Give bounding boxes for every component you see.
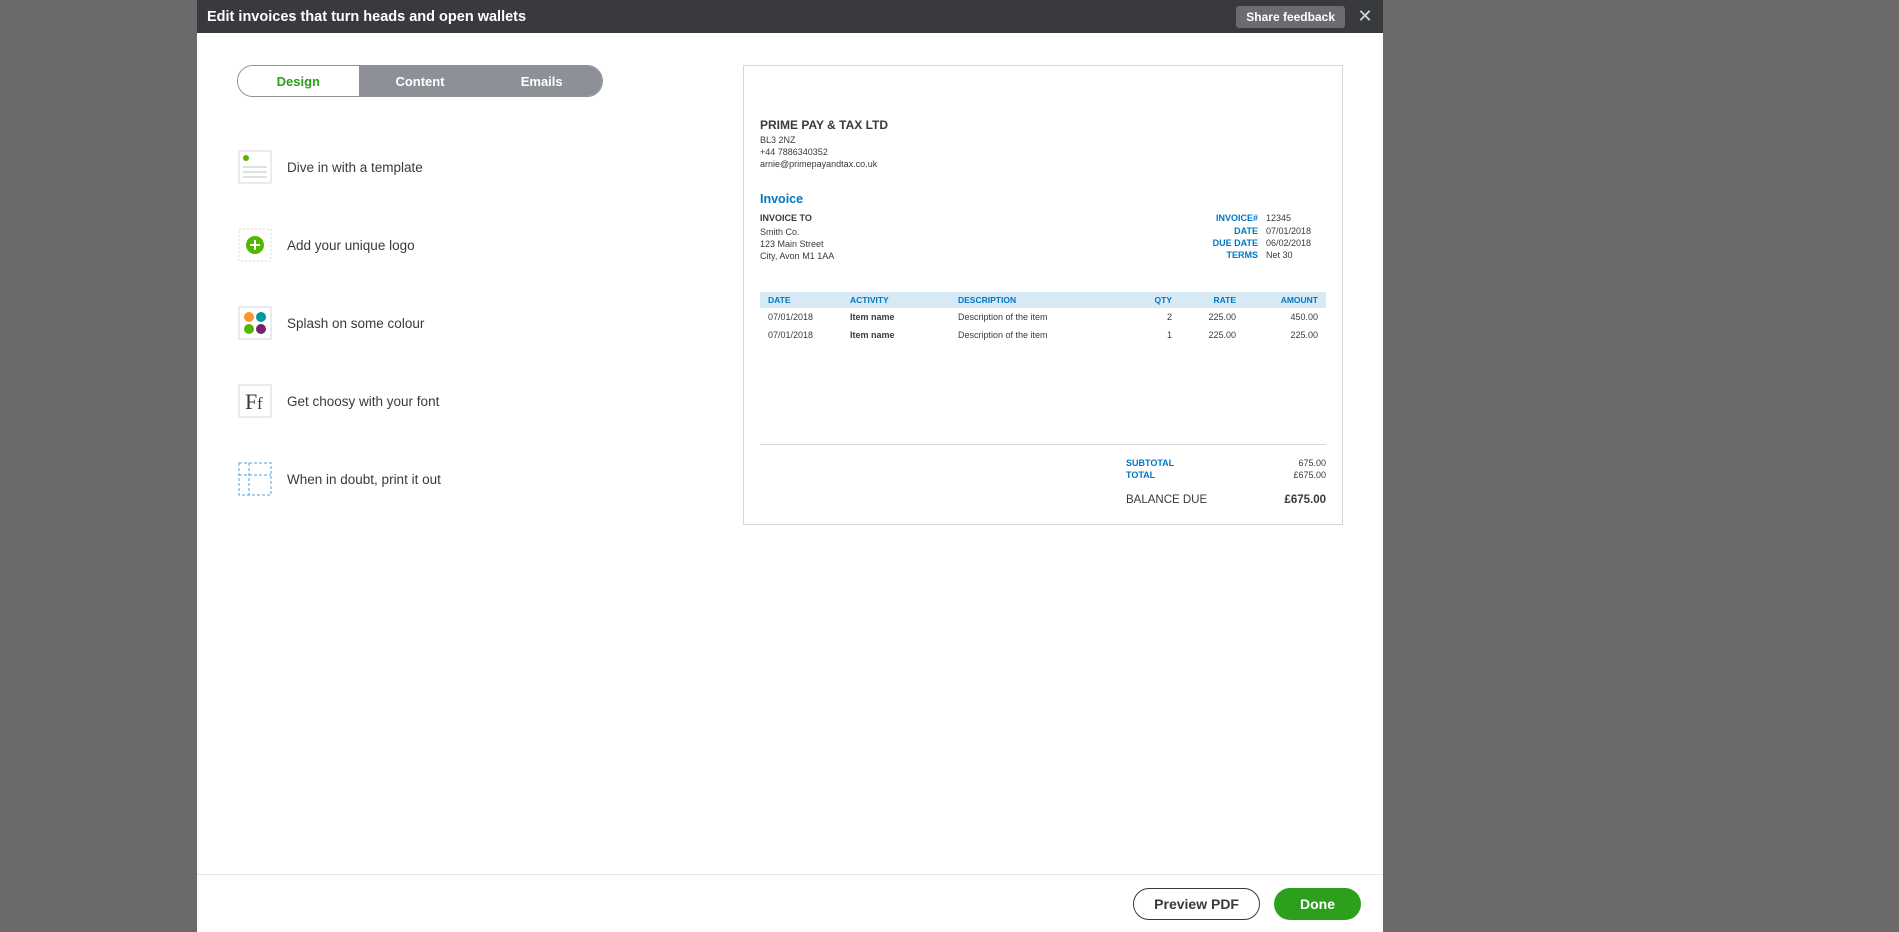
subtotal-value: 675.00 <box>1298 457 1326 470</box>
col-header-rate: RATE <box>1172 295 1236 305</box>
option-font[interactable]: F f Get choosy with your font <box>237 383 703 419</box>
font-icon: F f <box>237 383 273 419</box>
cell-amount: 225.00 <box>1236 330 1318 340</box>
left-panel: Design Content Emails Dive <box>237 65 703 874</box>
col-header-qty: QTY <box>1132 295 1172 305</box>
option-label: Get choosy with your font <box>287 394 439 409</box>
add-logo-icon <box>237 227 273 263</box>
invoice-meta-row: INVOICE TO Smith Co. 123 Main Street Cit… <box>760 212 1326 262</box>
company-postcode: BL3 2NZ <box>760 134 1326 146</box>
modal-header: Edit invoices that turn heads and open w… <box>197 0 1383 33</box>
meta-date: 07/01/2018 <box>1266 225 1326 237</box>
company-name: PRIME PAY & TAX LTD <box>760 118 1326 132</box>
svg-text:f: f <box>257 394 263 413</box>
invoice-preview: PRIME PAY & TAX LTD BL3 2NZ +44 78863403… <box>743 65 1343 525</box>
header-actions: Share feedback ✕ <box>1236 5 1377 29</box>
cell-description: Description of the item <box>958 330 1132 340</box>
bill-to-street: 123 Main Street <box>760 238 834 250</box>
company-email: arnie@primepayandtax.co.uk <box>760 158 1326 170</box>
cell-date: 07/01/2018 <box>768 330 850 340</box>
meta-label-date: DATE <box>1196 225 1258 237</box>
total-value: £675.00 <box>1293 469 1326 482</box>
bill-to-city: City, Avon M1 1AA <box>760 250 834 262</box>
modal-title: Edit invoices that turn heads and open w… <box>207 9 526 25</box>
option-colour[interactable]: Splash on some colour <box>237 305 703 341</box>
close-icon: ✕ <box>1357 6 1372 27</box>
tab-emails[interactable]: Emails <box>481 66 602 96</box>
cell-activity: Item name <box>850 330 958 340</box>
preview-panel: PRIME PAY & TAX LTD BL3 2NZ +44 78863403… <box>743 65 1343 874</box>
line-item-row: 07/01/2018 Item name Description of the … <box>760 308 1326 326</box>
colour-palette-icon <box>237 305 273 341</box>
line-items-header: DATE ACTIVITY DESCRIPTION QTY RATE AMOUN… <box>760 292 1326 308</box>
option-logo[interactable]: Add your unique logo <box>237 227 703 263</box>
option-label: Add your unique logo <box>287 238 415 253</box>
meta-label-terms: TERMS <box>1196 249 1258 261</box>
done-button[interactable]: Done <box>1274 888 1361 920</box>
print-margins-icon <box>237 461 273 497</box>
subtotal-label: SUBTOTAL <box>1126 457 1174 470</box>
template-icon <box>237 149 273 185</box>
cell-rate: 225.00 <box>1172 312 1236 322</box>
meta-due-date: 06/02/2018 <box>1266 237 1326 249</box>
edit-invoice-modal: Edit invoices that turn heads and open w… <box>197 0 1383 932</box>
invoice-meta: INVOICE# 12345 DATE 07/01/2018 DUE DATE 06/… <box>1196 212 1326 262</box>
option-template[interactable]: Dive in with a template <box>237 149 703 185</box>
invoice-title: Invoice <box>760 192 1326 206</box>
option-label: Dive in with a template <box>287 160 423 175</box>
tab-bar: Design Content Emails <box>237 65 603 97</box>
bill-to-name: Smith Co. <box>760 226 834 238</box>
cell-activity: Item name <box>850 312 958 322</box>
col-header-date: DATE <box>768 295 850 305</box>
cell-qty: 1 <box>1132 330 1172 340</box>
close-button[interactable]: ✕ <box>1353 5 1377 29</box>
cell-rate: 225.00 <box>1172 330 1236 340</box>
svg-text:F: F <box>245 389 257 414</box>
col-header-amount: AMOUNT <box>1236 295 1318 305</box>
modal-footer: Preview PDF Done <box>197 874 1383 932</box>
meta-invoice-number: 12345 <box>1266 212 1326 224</box>
bill-to-block: INVOICE TO Smith Co. 123 Main Street Cit… <box>760 212 834 262</box>
meta-label-invoice-number: INVOICE# <box>1196 212 1258 224</box>
company-phone: +44 7886340352 <box>760 146 1326 158</box>
line-item-row: 07/01/2018 Item name Description of the … <box>760 326 1326 344</box>
tab-content[interactable]: Content <box>360 66 482 96</box>
meta-terms: Net 30 <box>1266 249 1326 261</box>
option-print[interactable]: When in doubt, print it out <box>237 461 703 497</box>
cell-date: 07/01/2018 <box>768 312 850 322</box>
total-label: TOTAL <box>1126 469 1155 482</box>
share-feedback-button[interactable]: Share feedback <box>1236 6 1345 28</box>
totals-block: SUBTOTAL 675.00 TOTAL £675.00 BALANCE DUE £… <box>760 444 1326 508</box>
option-label: When in doubt, print it out <box>287 472 441 487</box>
meta-label-due-date: DUE DATE <box>1196 237 1258 249</box>
balance-value: £675.00 <box>1284 492 1326 508</box>
option-label: Splash on some colour <box>287 316 424 331</box>
tab-design[interactable]: Design <box>238 66 360 96</box>
cell-description: Description of the item <box>958 312 1132 322</box>
col-header-description: DESCRIPTION <box>958 295 1132 305</box>
col-header-activity: ACTIVITY <box>850 295 958 305</box>
cell-amount: 450.00 <box>1236 312 1318 322</box>
modal-body: Design Content Emails Dive <box>197 33 1383 874</box>
balance-label: BALANCE DUE <box>1126 492 1207 508</box>
design-options: Dive in with a template Add your unique … <box>237 149 703 497</box>
cell-qty: 2 <box>1132 312 1172 322</box>
bill-to-header: INVOICE TO <box>760 212 834 224</box>
preview-pdf-button[interactable]: Preview PDF <box>1133 888 1260 920</box>
